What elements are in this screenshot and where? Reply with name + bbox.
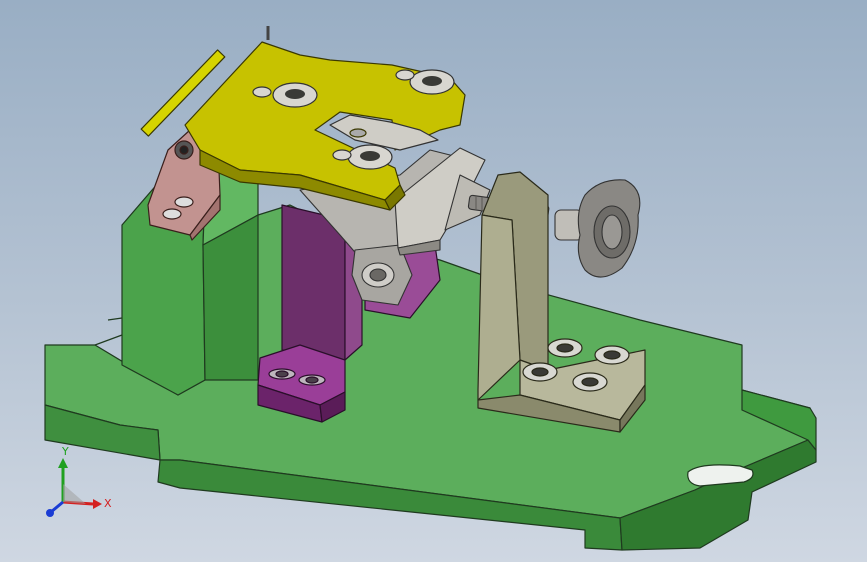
fixture-assembly-model[interactable] [0, 0, 867, 562]
y-axis-label: Y [61, 445, 69, 458]
z-axis-arrowhead [46, 509, 54, 517]
x-axis-label: X [104, 497, 112, 510]
triad-plane [63, 484, 86, 504]
star-knob[interactable] [554, 179, 641, 278]
x-axis-arrowhead [93, 499, 102, 509]
cad-viewport[interactable]: X Y [0, 0, 867, 562]
coordinate-triad: X Y [46, 445, 112, 517]
y-axis-arrowhead [58, 458, 68, 468]
